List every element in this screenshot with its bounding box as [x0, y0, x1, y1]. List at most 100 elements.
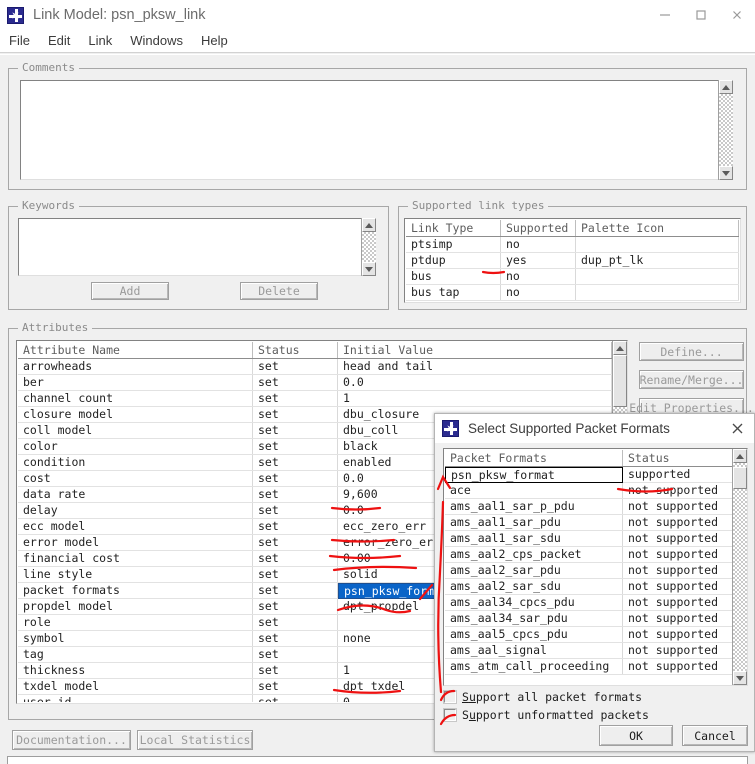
cell-packet-format[interactable]: ams_aal5_cpcs_pdu [445, 627, 623, 642]
cell-status[interactable]: not supported [623, 547, 733, 562]
maximize-icon[interactable] [683, 0, 719, 30]
cell-status: set [253, 551, 338, 566]
cell-status[interactable]: not supported [623, 515, 733, 530]
scrollbar-track[interactable] [362, 232, 376, 262]
scroll-up-icon[interactable] [719, 80, 733, 94]
cell-packet-format[interactable]: ams_aal34_sar_pdu [445, 611, 623, 626]
table-row[interactable]: ams_aal_signal not supported [445, 643, 733, 659]
cell-initial-value[interactable]: 0.0 [338, 375, 612, 390]
table-row[interactable]: bus tap no [406, 285, 739, 301]
cell-packet-format[interactable]: ams_aal2_sar_pdu [445, 563, 623, 578]
col-packet-formats: Packet Formats [445, 450, 623, 466]
dialog-title: Select Supported Packet Formats [468, 421, 670, 436]
cell-status[interactable]: not supported [623, 579, 733, 594]
scroll-up-icon[interactable] [613, 341, 627, 355]
table-row[interactable]: channel count set 1 [18, 391, 612, 407]
scrollbar-thumb[interactable] [613, 355, 627, 407]
keywords-scrollbar[interactable] [361, 218, 376, 276]
packet-formats-scrollbar[interactable] [732, 449, 747, 685]
menu-item-help[interactable]: Help [192, 31, 237, 51]
comments-scrollbar[interactable] [718, 80, 733, 180]
cell-palette-icon [576, 269, 739, 284]
cell-palette-icon [576, 237, 739, 252]
close-icon[interactable] [720, 414, 754, 443]
local-statistics-button[interactable]: Local Statistics [137, 730, 253, 750]
cell-status[interactable]: not supported [623, 499, 733, 514]
table-row[interactable]: ams_atm_call_proceeding not supported [445, 659, 733, 675]
cell-packet-format[interactable]: ams_aal1_sar_sdu [445, 531, 623, 546]
menu-item-edit[interactable]: Edit [39, 31, 79, 51]
rename-merge-button[interactable]: Rename/Merge... [639, 370, 744, 389]
scroll-down-icon[interactable] [733, 671, 747, 685]
cell-initial-value[interactable]: head and tail [338, 359, 612, 374]
cell-status[interactable]: not supported [623, 483, 733, 498]
cell-packet-format[interactable]: ams_aal34_cpcs_pdu [445, 595, 623, 610]
cell-packet-format[interactable]: ams_aal2_cps_packet [445, 547, 623, 562]
table-row[interactable]: arrowheads set head and tail [18, 359, 612, 375]
cell-status: set [253, 455, 338, 470]
cell-status[interactable]: not supported [623, 563, 733, 578]
table-row[interactable]: ber set 0.0 [18, 375, 612, 391]
cell-packet-format[interactable]: ams_aal1_sar_p_pdu [445, 499, 623, 514]
cell-packet-format[interactable]: ams_aal_signal [445, 643, 623, 658]
cell-status[interactable]: not supported [623, 627, 733, 642]
scroll-up-icon[interactable] [733, 449, 747, 463]
support-unformatted-packets-checkbox[interactable]: Support unformatted packets [443, 708, 649, 722]
cell-packet-format[interactable]: psn_pksw_format [445, 467, 623, 483]
table-row[interactable]: ams_aal1_sar_p_pdu not supported [445, 499, 733, 515]
cell-status[interactable]: not supported [623, 531, 733, 546]
cancel-button[interactable]: Cancel [682, 725, 748, 746]
table-row[interactable]: bus no [406, 269, 739, 285]
checkbox-box[interactable] [443, 690, 457, 704]
menu-item-file[interactable]: File [0, 31, 39, 51]
cell-attribute-name: condition [18, 455, 253, 470]
close-icon[interactable] [719, 0, 755, 30]
table-row[interactable]: ams_aal34_sar_pdu not supported [445, 611, 733, 627]
table-row[interactable]: psn_pksw_format supported [445, 467, 733, 483]
minimize-icon[interactable] [647, 0, 683, 30]
cell-status[interactable]: supported [623, 467, 733, 482]
define-button[interactable]: Define... [639, 342, 744, 361]
scroll-up-icon[interactable] [362, 218, 376, 232]
cell-packet-format[interactable]: ams_atm_call_proceeding [445, 659, 623, 674]
col-status: Status [253, 342, 338, 358]
documentation-button[interactable]: Documentation... [12, 730, 131, 750]
keywords-list[interactable] [18, 218, 376, 276]
cell-status[interactable]: not supported [623, 595, 733, 610]
cell-status[interactable]: not supported [623, 659, 733, 674]
cell-status[interactable]: not supported [623, 643, 733, 658]
checkbox-box[interactable] [443, 708, 457, 722]
cell-attribute-name: user id [18, 695, 253, 702]
support-all-packet-formats-checkbox[interactable]: Support all packet formats [443, 690, 642, 704]
scrollbar-thumb[interactable] [733, 467, 747, 489]
cell-packet-format[interactable]: ams_aal2_sar_sdu [445, 579, 623, 594]
table-row[interactable]: ams_aal5_cpcs_pdu not supported [445, 627, 733, 643]
cell-packet-format[interactable]: ace [445, 483, 623, 498]
scroll-down-icon[interactable] [362, 262, 376, 276]
table-row[interactable]: ams_aal2_sar_sdu not supported [445, 579, 733, 595]
table-row[interactable]: ptdup yes dup_pt_lk [406, 253, 739, 269]
delete-keyword-button[interactable]: Delete [240, 282, 318, 300]
ok-button[interactable]: OK [599, 725, 673, 746]
table-row[interactable]: ams_aal2_cps_packet not supported [445, 547, 733, 563]
cell-status[interactable]: not supported [623, 611, 733, 626]
table-row[interactable]: ams_aal2_sar_pdu not supported [445, 563, 733, 579]
menu-item-link[interactable]: Link [79, 31, 121, 51]
table-row[interactable]: ptsimp no [406, 237, 739, 253]
cell-packet-format[interactable]: ams_aal1_sar_pdu [445, 515, 623, 530]
table-row[interactable]: ams_aal1_sar_sdu not supported [445, 531, 733, 547]
supported-link-types-table[interactable]: Link Type Supported Palette Icon ptsimp … [404, 218, 741, 303]
scrollbar-track[interactable] [719, 94, 733, 166]
window-title: Link Model: psn_pksw_link [33, 7, 206, 23]
comments-textarea[interactable] [20, 80, 733, 180]
table-row[interactable]: ams_aal1_sar_pdu not supported [445, 515, 733, 531]
cell-status: set [253, 583, 338, 598]
cell-initial-value[interactable]: 1 [338, 391, 612, 406]
add-keyword-button[interactable]: Add [91, 282, 169, 300]
scroll-down-icon[interactable] [719, 166, 733, 180]
table-row[interactable]: ace not supported [445, 483, 733, 499]
menu-item-windows[interactable]: Windows [121, 31, 192, 51]
scrollbar-track[interactable] [733, 463, 747, 671]
packet-formats-table[interactable]: Packet Formats Status psn_pksw_format sup… [443, 448, 748, 686]
table-row[interactable]: ams_aal34_cpcs_pdu not supported [445, 595, 733, 611]
